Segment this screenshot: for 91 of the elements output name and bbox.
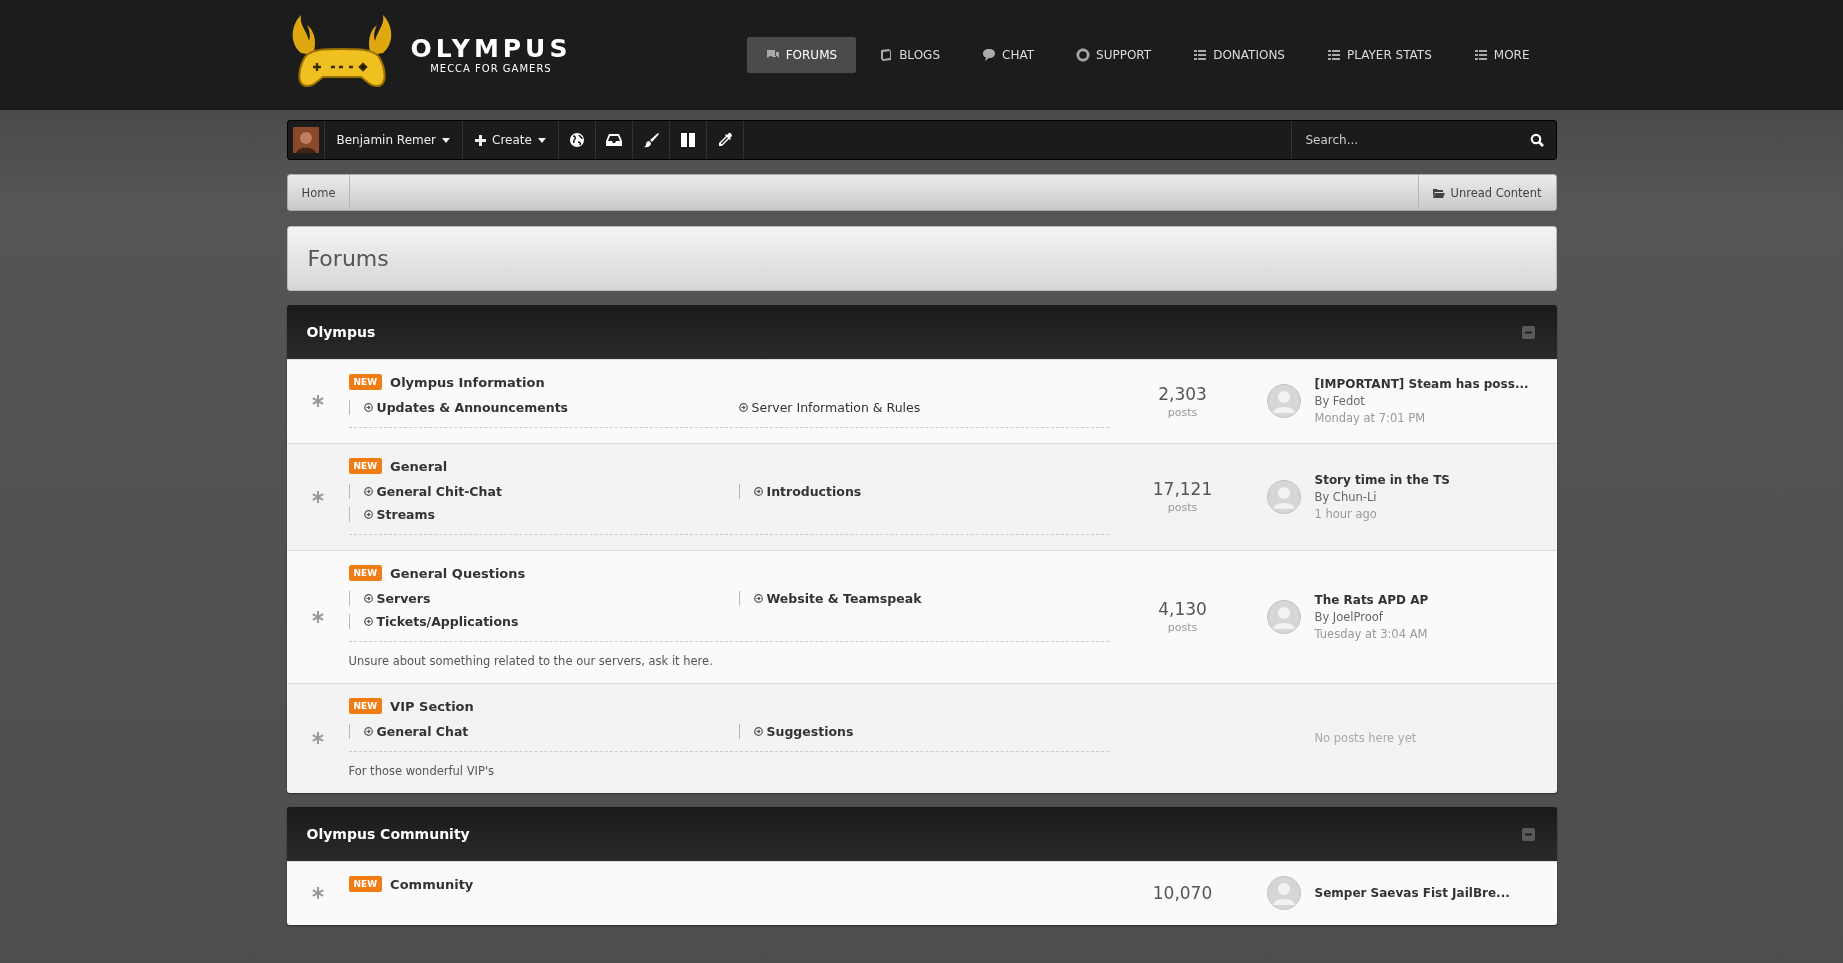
asterisk-icon <box>311 732 324 744</box>
plus-icon <box>475 134 487 146</box>
site-title: OLYMPUS <box>410 34 572 63</box>
paintbrush-icon[interactable] <box>642 132 659 148</box>
globe-icon[interactable] <box>568 132 585 148</box>
search-field[interactable]: Search... <box>1303 132 1530 148</box>
collapse-icon[interactable] <box>1521 827 1535 841</box>
last-post-link[interactable]: [IMPORTANT] Steam has poss... <box>1314 377 1529 391</box>
circle-arrow-icon <box>753 727 763 736</box>
last-post-time: Tuesday at 3:04 AM <box>1314 626 1429 641</box>
lifebuoy-icon <box>1076 48 1090 62</box>
circle-arrow-icon <box>753 487 763 496</box>
new-badge: NEW <box>348 458 383 474</box>
post-count: 17,121 <box>1152 479 1213 499</box>
subforum-link[interactable]: Suggestions <box>738 724 1109 739</box>
user-menu[interactable]: Benjamin Remer <box>324 121 464 159</box>
asterisk-icon <box>311 887 324 899</box>
collapse-icon[interactable] <box>1521 325 1535 339</box>
nav-tab[interactable]: SUPPORT <box>1057 37 1171 73</box>
circle-arrow-icon <box>363 617 373 626</box>
list-icon <box>1327 48 1341 62</box>
post-count: 4,130 <box>1158 599 1207 619</box>
subforum-link[interactable]: General Chat <box>348 724 739 739</box>
category-title: Olympus Community <box>306 826 470 842</box>
circle-arrow-icon <box>738 403 748 412</box>
new-badge: NEW <box>348 565 383 581</box>
circle-arrow-icon <box>753 594 763 603</box>
subforum-link[interactable]: Updates & Announcements <box>348 400 739 415</box>
forum-title-link[interactable]: VIP Section <box>390 698 474 714</box>
subforum-link[interactable]: Website & Teamspeak <box>738 591 1109 606</box>
post-count-label: posts <box>1167 621 1198 634</box>
forum-description: For those wonderful VIP's <box>348 764 496 778</box>
circle-arrow-icon <box>363 594 373 603</box>
circle-arrow-icon <box>363 510 373 519</box>
breadcrumb-link[interactable]: Home <box>287 175 351 210</box>
forum-title-link[interactable]: Community <box>390 876 474 892</box>
last-post-link[interactable]: Semper Saevas Fist JailBre... <box>1314 886 1510 900</box>
last-post-time: Monday at 7:01 PM <box>1314 411 1427 425</box>
asterisk-icon <box>311 395 324 407</box>
post-count-label: posts <box>1167 405 1198 419</box>
forum-title-link[interactable]: Olympus Information <box>390 374 545 390</box>
forum-description: Unsure about something related to the our servers, ask it here. <box>348 654 714 668</box>
page-title: Forums <box>307 246 389 271</box>
nav-tab[interactable]: BLOGS <box>860 37 959 73</box>
new-badge: NEW <box>348 876 383 892</box>
nav-tab[interactable]: MORE <box>1454 37 1549 73</box>
subforum-link[interactable]: Servers <box>348 591 739 606</box>
nav-tab[interactable]: DONATIONS <box>1174 37 1304 73</box>
post-count-label: posts <box>1167 501 1198 514</box>
unread-content-link[interactable]: Unread Content <box>1417 175 1556 210</box>
asterisk-icon <box>311 610 324 623</box>
caret-icon <box>537 137 546 143</box>
post-count: 2,303 <box>1158 383 1207 404</box>
eyedropper-icon[interactable] <box>716 132 733 148</box>
folder-icon <box>1432 187 1445 198</box>
no-posts-text: No posts here yet <box>1313 731 1417 745</box>
list-icon <box>1473 48 1488 62</box>
chat-bubble-icon <box>982 48 996 62</box>
nav-tab[interactable]: CHAT <box>963 37 1053 73</box>
subforum-link[interactable]: General Chit-Chat <box>348 484 739 499</box>
forum-title-link[interactable]: General <box>390 458 448 474</box>
nav-tab[interactable]: FORUMS <box>746 37 857 73</box>
post-count: 10,070 <box>1152 883 1213 903</box>
search-icon <box>1529 133 1544 147</box>
last-post-author: By JoelProof <box>1314 609 1384 624</box>
subforum-link[interactable]: Introductions <box>738 484 1109 499</box>
columns-icon[interactable] <box>679 132 696 148</box>
last-post-author: By Chun-Li <box>1314 489 1378 504</box>
new-badge: NEW <box>348 698 383 714</box>
user-avatar[interactable] <box>292 127 319 153</box>
last-post-link[interactable]: Story time in the TS <box>1314 472 1450 487</box>
site-tagline: MECCA FOR GAMERS <box>430 62 552 74</box>
last-post-author: By Fedot <box>1314 394 1366 408</box>
nav-tab[interactable]: PLAYER STATS <box>1308 37 1451 73</box>
book-icon <box>879 48 894 62</box>
subforum-link[interactable]: Tickets/Applications <box>348 614 739 629</box>
circle-arrow-icon <box>363 487 373 496</box>
inbox-icon[interactable] <box>605 132 622 148</box>
create-menu[interactable]: Create <box>463 121 559 159</box>
new-badge: NEW <box>348 374 383 390</box>
category-title: Olympus <box>306 324 376 340</box>
list-icon <box>1193 48 1208 62</box>
circle-arrow-icon <box>363 727 373 736</box>
forum-title-link[interactable]: General Questions <box>390 565 526 581</box>
asterisk-icon <box>311 490 324 503</box>
last-post-time: 1 hour ago <box>1314 506 1378 521</box>
last-post-link[interactable]: The Rats APD AP <box>1314 592 1429 607</box>
subforum-link[interactable]: Server Information & Rules <box>738 400 1109 415</box>
subforum-link[interactable]: Streams <box>348 507 739 522</box>
caret-icon <box>442 137 451 143</box>
circle-arrow-icon <box>363 403 373 412</box>
